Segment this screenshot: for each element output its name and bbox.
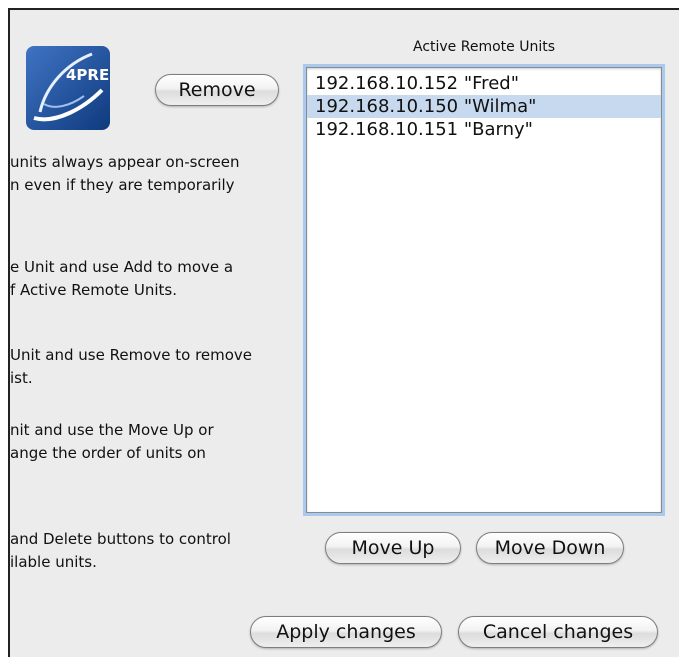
help-text-line: units always appear on-screen	[10, 153, 240, 171]
move-up-button[interactable]: Move Up	[325, 532, 461, 564]
help-text-line: ange the order of units on	[10, 444, 206, 462]
apply-changes-button[interactable]: Apply changes	[250, 616, 442, 648]
active-units-title: Active Remote Units	[412, 39, 556, 55]
help-text-line: f Active Remote Units.	[10, 281, 177, 299]
help-text-line: ist.	[10, 369, 33, 387]
app-logo-graphic: 4PRE	[26, 46, 110, 130]
help-text-line: ilable units.	[10, 553, 97, 571]
move-down-button[interactable]: Move Down	[476, 532, 624, 564]
unit-row-barny[interactable]: 192.168.10.151 "Barny"	[307, 118, 661, 141]
logo-wordmark: 4PRE	[66, 66, 109, 84]
help-text-line: nit and use the Move Up or	[10, 421, 214, 439]
help-text-line: and Delete buttons to control	[10, 530, 231, 548]
unit-row-wilma[interactable]: 192.168.10.150 "Wilma"	[307, 95, 661, 118]
help-text-line: Unit and use Remove to remove	[10, 346, 253, 364]
remove-button[interactable]: Remove	[155, 74, 279, 106]
help-text-line: e Unit and use Add to move a	[10, 258, 234, 276]
preferences-window: 4PRE Remove units always appear on-scree…	[8, 8, 679, 657]
unit-row-fred[interactable]: 192.168.10.152 "Fred"	[307, 72, 661, 95]
cancel-changes-button[interactable]: Cancel changes	[458, 616, 658, 648]
active-units-list[interactable]: 192.168.10.152 "Fred" 192.168.10.150 "Wi…	[306, 67, 662, 513]
help-text-line: n even if they are temporarily	[10, 176, 235, 194]
app-logo: 4PRE	[26, 46, 110, 130]
